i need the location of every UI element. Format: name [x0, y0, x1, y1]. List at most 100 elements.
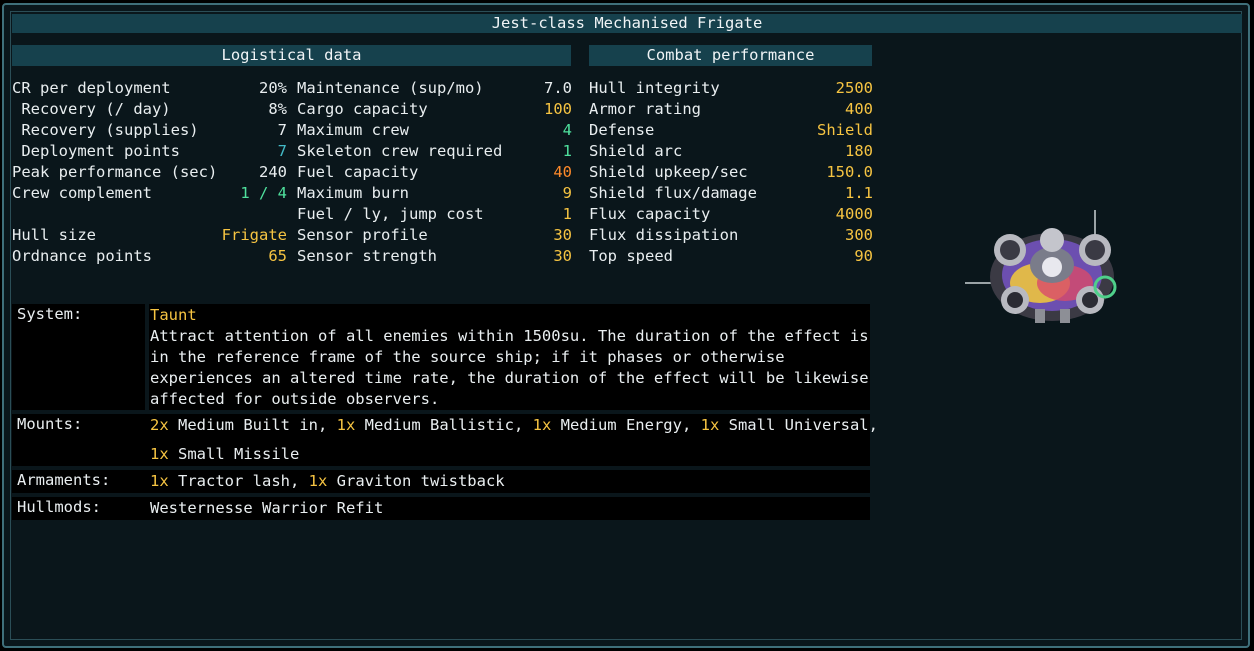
stat-row: Hull size Frigate — [12, 225, 287, 246]
stat-value: 150.0 — [826, 163, 873, 181]
stat-row: Sensor strength 30 — [297, 246, 572, 267]
stat-label: Maximum crew — [297, 121, 409, 139]
combat-header: Combat performance — [589, 45, 872, 66]
stat-value: 400 — [845, 100, 873, 118]
stat-row: Fuel / ly, jump cost 1 — [297, 204, 572, 225]
armaments-list: 1x Tractor lash, 1x Graviton twistback — [150, 471, 505, 492]
system-description-line: Attract attention of all enemies within … — [150, 327, 869, 345]
stat-row: CR per deployment 20% — [12, 78, 287, 99]
stat-row: Shield flux/damage 1.1 — [589, 183, 873, 204]
stat-label: Crew complement — [12, 184, 152, 202]
item-count: 1x — [150, 445, 169, 463]
stat-label: Maximum burn — [297, 184, 409, 202]
system-label: System: — [17, 305, 83, 323]
stat-label: Fuel / ly, jump cost — [297, 205, 484, 223]
stat-row: Hull integrity 2500 — [589, 78, 873, 99]
stat-row: Flux capacity 4000 — [589, 204, 873, 225]
stat-row: Defense Shield — [589, 120, 873, 141]
item-name: Tractor lash, — [168, 472, 309, 490]
stat-label: Maintenance (sup/mo) — [297, 79, 484, 97]
hullmods-label: Hullmods: — [17, 498, 101, 516]
stat-label: CR per deployment — [12, 79, 171, 97]
stat-label: Shield upkeep/sec — [589, 163, 748, 181]
stat-row: Armor rating 400 — [589, 99, 873, 120]
item-count: 2x — [150, 416, 169, 434]
stat-row: Sensor profile 30 — [297, 225, 572, 246]
item-count: 1x — [150, 472, 169, 490]
stat-label: Deployment points — [12, 142, 180, 160]
system-section: System: Taunt Attract attention of all e… — [12, 304, 870, 410]
stat-row: Deployment points 7 — [12, 141, 287, 162]
item-count: 1x — [336, 416, 356, 434]
stat-label: Top speed — [589, 247, 673, 265]
stat-value: 100 — [544, 100, 572, 118]
stat-value: 7.0 — [544, 79, 572, 97]
stat-row: Crew complement 1 / 4 — [12, 183, 287, 204]
stat-label: Hull integrity — [589, 79, 720, 97]
system-description-line: in the reference frame of the source shi… — [150, 348, 785, 366]
stat-row: Ordnance points 65 — [12, 246, 287, 267]
mounts-label: Mounts: — [17, 415, 83, 433]
logistical-header: Logistical data — [12, 45, 571, 66]
stat-label: Shield arc — [589, 142, 683, 160]
stat-value: 7 — [277, 121, 287, 139]
stat-value: 4000 — [835, 205, 873, 223]
stat-label: Fuel capacity — [297, 163, 419, 181]
system-name: Taunt — [150, 305, 197, 326]
stat-row: Peak performance (sec) 240 — [12, 162, 287, 183]
item-name: Medium Energy, — [551, 416, 701, 434]
stat-row: Flux dissipation 300 — [589, 225, 873, 246]
stat-row: Cargo capacity 100 — [297, 99, 572, 120]
stat-row: Shield upkeep/sec 150.0 — [589, 162, 873, 183]
stat-label: Skeleton crew required — [297, 142, 503, 160]
stat-row: Maximum burn 9 — [297, 183, 572, 204]
system-description-line: affected for outside observers. — [150, 390, 440, 408]
stat-value: 1 — [562, 142, 572, 160]
stat-value: 90 — [854, 247, 873, 265]
hullmods-section: Hullmods: Westernesse Warrior Refit — [12, 497, 870, 520]
system-description: Attract attention of all enemies within … — [150, 326, 869, 410]
stat-label: Ordnance points — [12, 247, 152, 265]
stat-value: Shield — [817, 121, 873, 139]
stat-label: Flux dissipation — [589, 226, 739, 244]
stat-label: Shield flux/damage — [589, 184, 757, 202]
stat-row: Maximum crew 4 — [297, 120, 572, 141]
stat-value: 7 — [277, 142, 287, 160]
mounts-section: Mounts: 2x Medium Built in, 1x Medium Ba… — [12, 414, 878, 466]
mounts-line-2: 1x Small Missile — [150, 444, 299, 465]
stat-label: Armor rating — [589, 100, 701, 118]
stat-value: 1.1 — [845, 184, 873, 202]
stat-label: Cargo capacity — [297, 100, 428, 118]
stat-value: 1 / 4 — [240, 184, 287, 202]
stat-value: 180 — [845, 142, 873, 160]
item-count: 1x — [532, 416, 552, 434]
stat-value: 40 — [553, 163, 572, 181]
stat-value: 300 — [845, 226, 873, 244]
stat-row: Top speed 90 — [589, 246, 873, 267]
stat-value: 9 — [562, 184, 572, 202]
stat-value: 2500 — [835, 79, 873, 97]
armaments-label: Armaments: — [17, 471, 111, 489]
stat-row: Fuel capacity 40 — [297, 162, 572, 183]
item-name: Medium Ballistic, — [355, 416, 533, 434]
stat-value: 30 — [553, 247, 572, 265]
stat-value: 65 — [268, 247, 287, 265]
stat-row: Skeleton crew required 1 — [297, 141, 572, 162]
stat-label: Hull size — [12, 226, 96, 244]
stat-row — [12, 204, 287, 225]
item-count: 1x — [308, 472, 328, 490]
stat-row: Recovery (supplies) 7 — [12, 120, 287, 141]
stat-label: Recovery (supplies) — [12, 121, 199, 139]
ship-sprite-image — [965, 210, 1117, 323]
stat-value: 1 — [562, 205, 572, 223]
armaments-section: Armaments: 1x Tractor lash, 1x Graviton … — [12, 470, 870, 493]
stat-value: 30 — [553, 226, 572, 244]
mounts-line-1: 2x Medium Built in, 1x Medium Ballistic,… — [150, 415, 878, 436]
stat-value: 4 — [562, 121, 572, 139]
stat-label: Sensor strength — [297, 247, 437, 265]
item-name: Small Universal, — [719, 416, 878, 434]
stat-label: Peak performance (sec) — [12, 163, 218, 181]
item-name: Graviton twistback — [327, 472, 505, 490]
stat-label: Defense — [589, 121, 655, 139]
stat-value: 20% — [259, 79, 287, 97]
